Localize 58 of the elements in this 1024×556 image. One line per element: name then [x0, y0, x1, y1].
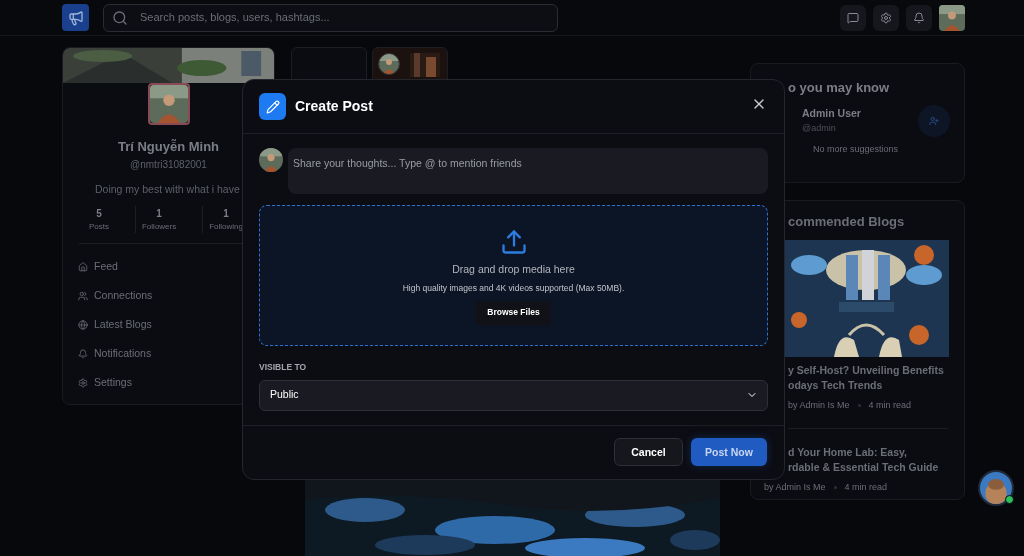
dialog-title: Create Post [295, 97, 373, 116]
blog-title[interactable]: rdable & Essential Tech Guide [788, 460, 948, 475]
search-field[interactable]: Search posts, blogs, users, hashtags... [103, 3, 558, 32]
blog-title[interactable]: odays Tech Trends [788, 377, 948, 393]
logo-icon[interactable] [62, 4, 89, 31]
blog-author: by Admin Is Me [788, 398, 850, 412]
user-plus-icon [929, 115, 939, 126]
stat-label: Following [209, 221, 243, 234]
visibility-select[interactable]: Public [259, 379, 768, 411]
stat-label: Posts [89, 221, 109, 234]
bell-icon [78, 349, 88, 360]
nav-link[interactable]: Notifications [78, 345, 274, 364]
dot-separator [833, 486, 837, 490]
card-title: commended Blogs [788, 213, 906, 231]
globe-icon [78, 320, 88, 331]
settings-button[interactable] [873, 4, 899, 31]
profile-handle: @nmtri31082001 [130, 157, 207, 172]
bell-button[interactable] [906, 4, 932, 31]
blog-author: by Admin Is Me [764, 481, 826, 494]
users-icon [78, 291, 88, 302]
upload-dropzone[interactable]: Drag and drop media here High quality images and 4K videos supported (Max 50MB). Browse Files [259, 205, 768, 346]
read-time: 4 min read [868, 398, 912, 412]
card-title: o you may know [788, 79, 891, 97]
pencil-icon [259, 93, 286, 120]
field-label: VISIBLE TO [259, 361, 308, 374]
post-button[interactable]: Post Now [691, 438, 767, 467]
bell-icon [913, 11, 925, 24]
profile-name: Trí Nguyễn Minh [117, 138, 220, 156]
empty-note: No more suggestions [812, 142, 900, 156]
read-time: 4 min read [844, 481, 888, 494]
upload-icon [499, 228, 528, 256]
blog-title[interactable]: y Self-Host? Unveiling Benefits [788, 362, 948, 378]
post-input[interactable]: Share your thoughts... Type @ to mention friends [288, 148, 768, 194]
avatar [259, 148, 283, 172]
search-icon [112, 9, 128, 26]
browse-files-button[interactable]: Browse Files [476, 300, 551, 325]
stat-label: Followers [142, 221, 177, 234]
stat-value: 1 [223, 207, 229, 222]
cancel-button[interactable]: Cancel [614, 438, 683, 467]
avatar [149, 85, 188, 123]
avatar [378, 53, 400, 75]
avatar [939, 4, 965, 31]
stat-value: 5 [96, 207, 102, 222]
settings-icon [78, 378, 88, 389]
settings-icon [880, 11, 892, 24]
story-card[interactable] [372, 47, 448, 81]
dropzone-title: Drag and drop media here [452, 262, 575, 277]
user-name: Admin User [802, 105, 861, 121]
home-icon [78, 262, 88, 273]
chat-avatar[interactable] [978, 470, 1014, 506]
user-handle: @admin [802, 121, 837, 135]
chat-button[interactable] [840, 4, 866, 31]
dropzone-hint: High quality images and 4K videos supported (Max 50MB). [402, 281, 625, 295]
stat-value: 1 [156, 207, 162, 222]
dot-separator [857, 403, 861, 407]
blog-title[interactable]: d Your Home Lab: Easy, [788, 445, 948, 460]
chat-icon [847, 11, 859, 24]
search-input[interactable]: Search posts, blogs, users, hashtags... [140, 9, 549, 26]
